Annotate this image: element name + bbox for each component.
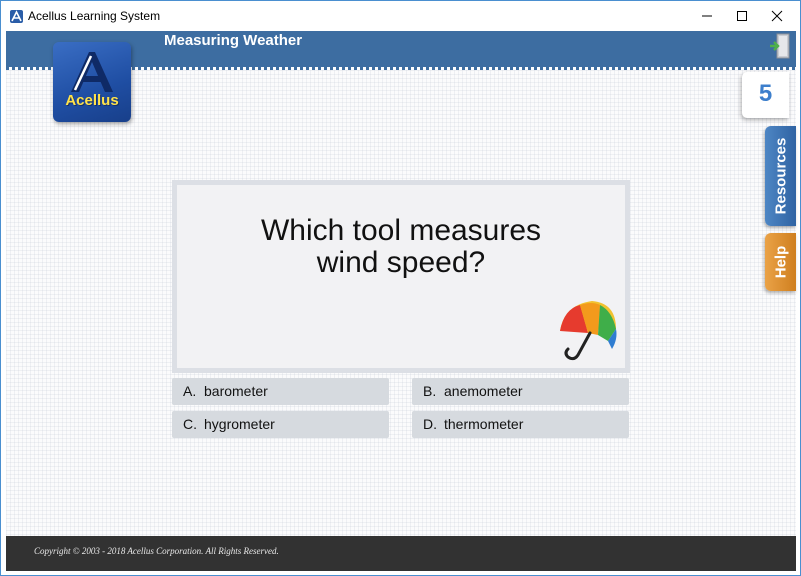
acellus-logo: Acellus bbox=[53, 42, 131, 122]
copyright-text: Copyright © 2003 - 2018 Acellus Corporat… bbox=[34, 546, 279, 556]
close-icon bbox=[771, 10, 783, 22]
question-line-1: Which tool measures bbox=[260, 214, 542, 247]
question-text: Which tool measures wind speed? bbox=[177, 215, 625, 279]
answer-text: anemometer bbox=[444, 383, 523, 399]
score-value: 5 bbox=[758, 80, 773, 107]
resources-tab-label: Resources bbox=[772, 137, 789, 215]
answer-letter: D. bbox=[423, 416, 437, 432]
maximize-icon bbox=[737, 11, 747, 21]
minimize-icon bbox=[702, 15, 712, 17]
app-window: Acellus Learning System Measuring Weathe… bbox=[0, 0, 801, 576]
question-card: Which tool measures wind speed? bbox=[172, 180, 630, 373]
question-line-2: wind speed? bbox=[316, 246, 486, 279]
answer-option-c[interactable]: C. hygrometer bbox=[172, 411, 389, 438]
answer-text: hygrometer bbox=[204, 416, 275, 432]
answer-option-b[interactable]: B. anemometer bbox=[412, 378, 629, 405]
answer-letter: A. bbox=[183, 383, 197, 399]
window-titlebar[interactable]: Acellus Learning System bbox=[1, 1, 800, 31]
footer-bar: Copyright © 2003 - 2018 Acellus Corporat… bbox=[6, 536, 796, 571]
resources-tab[interactable]: Resources bbox=[765, 126, 796, 226]
maximize-button[interactable] bbox=[724, 1, 760, 31]
answer-letter: B. bbox=[423, 383, 437, 399]
score-tab: 5 bbox=[742, 72, 789, 118]
window-title: Acellus Learning System bbox=[28, 9, 161, 23]
lesson-title: Measuring Weather bbox=[164, 32, 303, 49]
minimize-button[interactable] bbox=[689, 1, 725, 31]
help-tab-label: Help bbox=[772, 245, 789, 279]
answer-letter: C. bbox=[183, 416, 197, 432]
answer-text: barometer bbox=[204, 383, 268, 399]
umbrella-icon bbox=[560, 301, 617, 361]
answer-text: thermometer bbox=[444, 416, 524, 432]
acellus-logo-mark bbox=[71, 52, 113, 92]
help-tab[interactable]: Help bbox=[765, 233, 796, 291]
logo-text: Acellus bbox=[65, 92, 119, 109]
acellus-app-icon bbox=[10, 10, 23, 23]
close-button[interactable] bbox=[759, 1, 795, 31]
answer-option-a[interactable]: A. barometer bbox=[172, 378, 389, 405]
answer-option-d[interactable]: D. thermometer bbox=[412, 411, 629, 438]
exit-door-icon[interactable] bbox=[769, 32, 791, 60]
